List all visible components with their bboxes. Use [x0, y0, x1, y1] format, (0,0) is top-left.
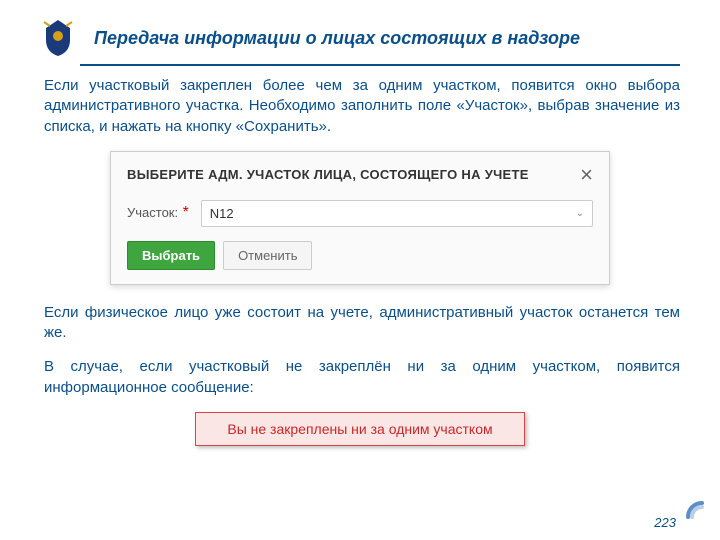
select-area-dialog: ВЫБЕРИТЕ АДМ. УЧАСТОК ЛИЦА, СОСТОЯЩЕГО Н… [110, 151, 610, 285]
dialog-title: ВЫБЕРИТЕ АДМ. УЧАСТОК ЛИЦА, СОСТОЯЩЕГО Н… [127, 167, 529, 182]
corner-decoration-icon [684, 499, 706, 526]
alert-message: Вы не закреплены ни за одним участком [195, 412, 525, 446]
emblem-icon [40, 18, 76, 58]
close-icon[interactable]: × [580, 164, 593, 186]
title-underline [80, 64, 680, 66]
select-button[interactable]: Выбрать [127, 241, 215, 270]
select-value: N12 [210, 206, 234, 221]
page-title: Передача информации о лицах состоящих в … [94, 28, 580, 49]
field-label: Участок: * [127, 204, 189, 222]
paragraph-3: В случае, если участковый не закреплён н… [44, 357, 680, 398]
cancel-button[interactable]: Отменить [223, 241, 312, 270]
chevron-down-icon: ⌄ [576, 208, 584, 219]
area-select[interactable]: N12 ⌄ [201, 200, 593, 227]
required-star: * [183, 204, 189, 221]
paragraph-2: Если физическое лицо уже состоит на учет… [44, 303, 680, 344]
paragraph-1: Если участковый закреплен более чем за о… [44, 76, 680, 137]
page-number: 223 [654, 515, 676, 530]
